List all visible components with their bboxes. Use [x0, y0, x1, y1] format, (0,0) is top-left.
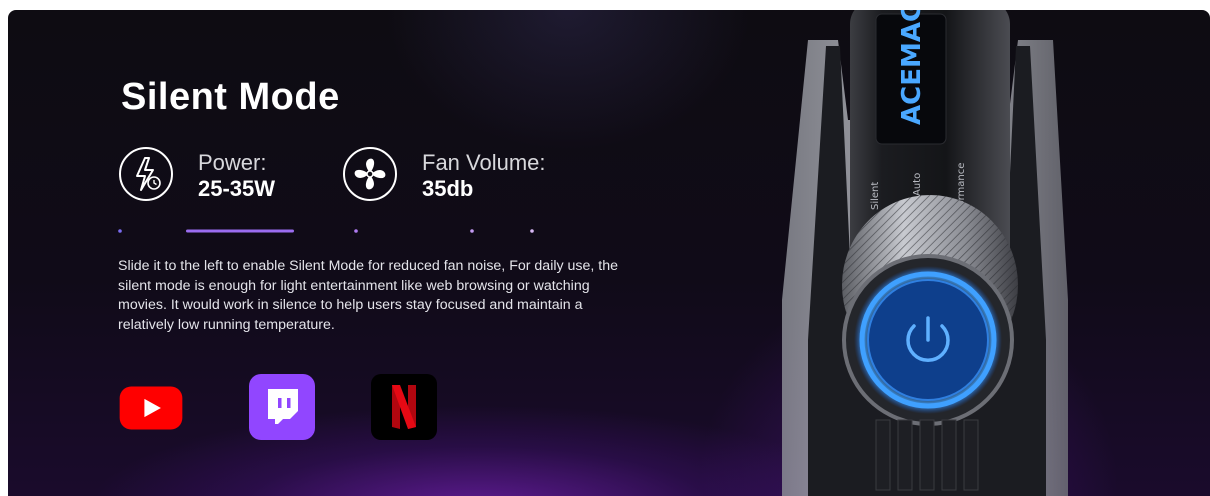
power-clock-icon: [119, 147, 173, 201]
silent-mode-banner: Silent Mode Power: 25-35W Fan Volume: 35…: [8, 10, 1210, 496]
page-title: Silent Mode: [121, 76, 340, 118]
power-label: Power:: [198, 150, 267, 175]
power-value: 25-35W: [198, 176, 276, 201]
youtube-logo: [119, 386, 183, 430]
switch-label-silent: Silent: [870, 182, 881, 210]
switch-label-auto: Auto: [912, 173, 923, 196]
mode-slider[interactable]: [118, 224, 570, 238]
fan-volume-value: 35db: [422, 176, 474, 201]
power-spec: Power: 25-35W: [118, 146, 338, 202]
slider-tick-mid: [470, 229, 474, 233]
mini-pc-device-image: ACEMAGIC Silent Auto Performance: [782, 10, 1068, 496]
twitch-logo: [249, 374, 315, 440]
fan-volume-label: Fan Volume:: [422, 150, 546, 175]
slider-active-segment: [186, 229, 294, 233]
slider-tick-auto: [354, 229, 358, 233]
slider-tick-start: [118, 229, 122, 233]
netflix-logo: [371, 374, 437, 440]
device-brand: ACEMAGIC: [897, 10, 927, 125]
mode-description: Slide it to the left to enable Silent Mo…: [118, 258, 619, 333]
fan-volume-spec: Fan Volume: 35db: [342, 146, 582, 202]
fan-icon: [343, 147, 397, 201]
slider-tick-end: [530, 229, 534, 233]
